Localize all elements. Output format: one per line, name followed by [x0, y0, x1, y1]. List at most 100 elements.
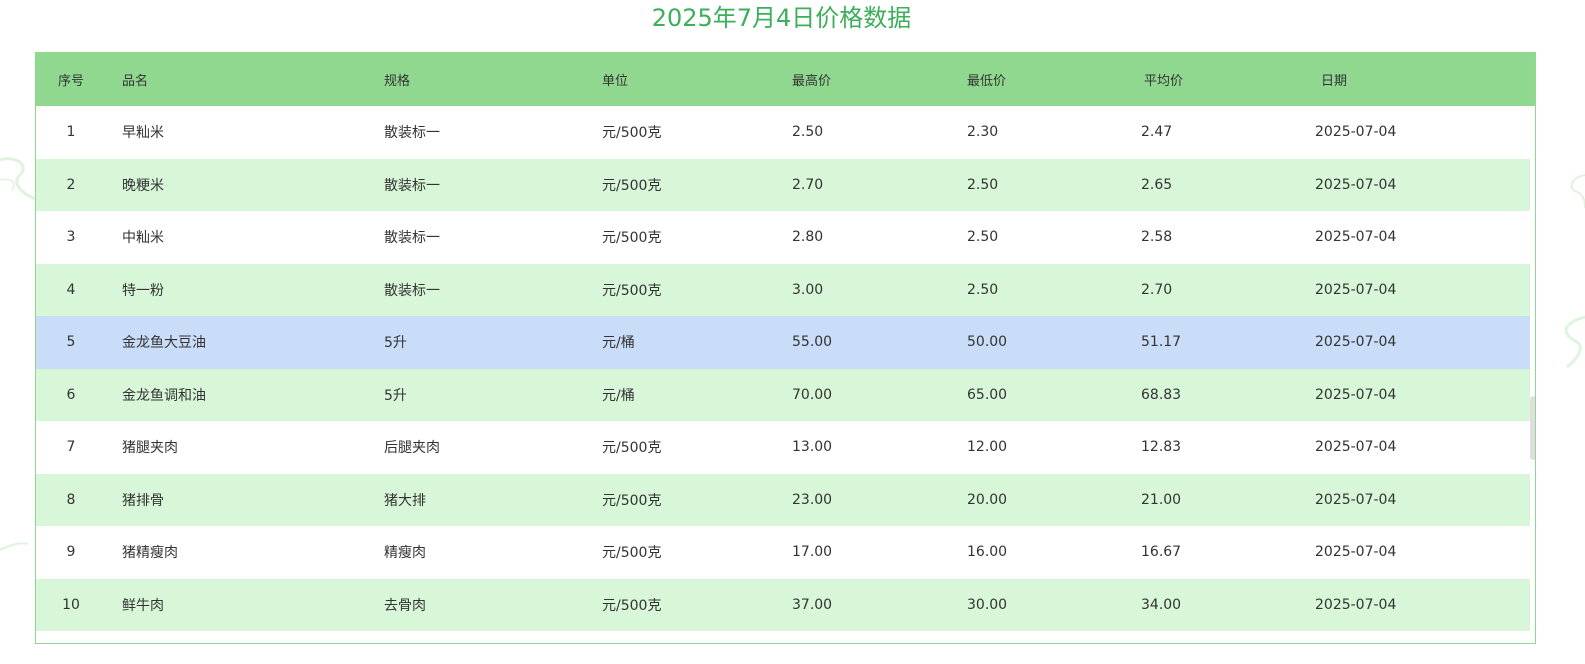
column-header-unit[interactable]: 单位: [602, 53, 628, 106]
column-header-no[interactable]: 序号: [36, 53, 106, 106]
cell-spec: 散装标一: [384, 177, 440, 194]
cell-name: 鲜牛肉: [122, 597, 164, 614]
cell-no: 3: [66, 229, 76, 246]
table-row[interactable]: 2 晚粳米 散装标一 元/500克 2.70 2.50 2.65 2025-07…: [36, 158, 1530, 211]
cell-date: 2025-07-04: [1315, 491, 1397, 508]
cell-max-price: 2.50: [792, 124, 824, 141]
cell-unit: 元/500克: [602, 125, 662, 142]
vertical-scrollbar[interactable]: [1530, 106, 1535, 643]
cell-no: 1: [66, 124, 76, 141]
cell-name: 特一粉: [122, 282, 164, 299]
cell-no: 2: [66, 176, 76, 193]
cell-name: 中籼米: [122, 230, 164, 247]
table-row[interactable]: 8 猪排骨 猪大排 元/500克 23.00 20.00 21.00 2025-…: [36, 473, 1530, 526]
cell-name: 金龙鱼调和油: [122, 387, 206, 404]
cell-spec: 5升: [384, 335, 407, 352]
cell-spec: 散装标一: [384, 282, 440, 299]
cell-max-price: 37.00: [792, 596, 833, 613]
cell-min-price: 16.00: [967, 544, 1008, 561]
cell-no: 4: [66, 281, 76, 298]
cell-unit: 元/桶: [602, 335, 635, 352]
cell-avg-price: 2.70: [1141, 281, 1173, 298]
column-header-spec[interactable]: 规格: [384, 53, 410, 106]
table-row-selected[interactable]: 5 金龙鱼大豆油 5升 元/桶 55.00 50.00 51.17 2025-0…: [36, 316, 1530, 369]
cell-min-price: 50.00: [967, 334, 1008, 351]
cell-min-price: 2.30: [967, 124, 999, 141]
cell-no: 7: [66, 439, 76, 456]
cell-spec: 5升: [384, 387, 407, 404]
table-row[interactable]: 4 特一粉 散装标一 元/500克 3.00 2.50 2.70 2025-07…: [36, 263, 1530, 316]
decorative-swirl-icon: [1570, 174, 1585, 209]
cell-avg-price: 16.67: [1141, 544, 1182, 561]
cell-spec: 猪大排: [384, 492, 426, 509]
decorative-swirl-icon: [1564, 315, 1585, 369]
decorative-swirl-icon: [0, 157, 39, 202]
cell-avg-price: 2.65: [1141, 176, 1173, 193]
column-header-avg-price[interactable]: 平均价: [1144, 53, 1183, 106]
cell-min-price: 2.50: [967, 229, 999, 246]
cell-max-price: 55.00: [792, 334, 833, 351]
cell-spec: 后腿夹肉: [384, 440, 440, 457]
cell-max-price: 2.70: [792, 176, 824, 193]
table-body: 1 早籼米 散装标一 元/500克 2.50 2.30 2.47 2025-07…: [36, 106, 1530, 631]
cell-avg-price: 21.00: [1141, 491, 1182, 508]
table-row[interactable]: 6 金龙鱼调和油 5升 元/桶 70.00 65.00 68.83 2025-0…: [36, 368, 1530, 421]
cell-no: 6: [66, 386, 76, 403]
cell-max-price: 70.00: [792, 386, 833, 403]
cell-max-price: 3.00: [792, 281, 824, 298]
cell-unit: 元/500克: [602, 282, 662, 299]
cell-unit: 元/500克: [602, 177, 662, 194]
cell-unit: 元/500克: [602, 440, 662, 457]
price-table: 序号 品名 规格 单位 最高价 最低价 平均价 日期 1 早籼米 散装标一 元/…: [35, 52, 1536, 644]
cell-name: 猪精瘦肉: [122, 545, 178, 562]
cell-date: 2025-07-04: [1315, 544, 1397, 561]
table-row[interactable]: 7 猪腿夹肉 后腿夹肉 元/500克 13.00 12.00 12.83 202…: [36, 421, 1530, 474]
cell-spec: 散装标一: [384, 125, 440, 142]
cell-unit: 元/500克: [602, 597, 662, 614]
page: 2025年7月4日价格数据 序号 品名 规格 单位 最高价 最低价 平均价 日期…: [0, 0, 1585, 664]
cell-avg-price: 34.00: [1141, 596, 1182, 613]
cell-min-price: 2.50: [967, 281, 999, 298]
table-header: 序号 品名 规格 单位 最高价 最低价 平均价 日期: [36, 53, 1535, 106]
cell-spec: 精瘦肉: [384, 545, 426, 562]
column-header-date[interactable]: 日期: [1321, 53, 1347, 106]
cell-name: 晚粳米: [122, 177, 164, 194]
column-header-max-price[interactable]: 最高价: [792, 53, 831, 106]
column-header-min-price[interactable]: 最低价: [967, 53, 1006, 106]
cell-date: 2025-07-04: [1315, 596, 1397, 613]
cell-avg-price: 51.17: [1141, 334, 1182, 351]
decorative-swirl-icon: [0, 542, 29, 551]
cell-date: 2025-07-04: [1315, 229, 1397, 246]
cell-min-price: 2.50: [967, 176, 999, 193]
cell-unit: 元/500克: [602, 230, 662, 247]
cell-date: 2025-07-04: [1315, 439, 1397, 456]
cell-max-price: 23.00: [792, 491, 833, 508]
table-row[interactable]: 1 早籼米 散装标一 元/500克 2.50 2.30 2.47 2025-07…: [36, 106, 1530, 159]
cell-min-price: 20.00: [967, 491, 1008, 508]
cell-unit: 元/500克: [602, 545, 662, 562]
cell-no: 10: [62, 596, 80, 613]
cell-date: 2025-07-04: [1315, 124, 1397, 141]
column-header-name[interactable]: 品名: [122, 53, 148, 106]
cell-avg-price: 2.58: [1141, 229, 1173, 246]
cell-no: 9: [66, 544, 76, 561]
table-row[interactable]: 9 猪精瘦肉 精瘦肉 元/500克 17.00 16.00 16.67 2025…: [36, 526, 1530, 579]
cell-max-price: 17.00: [792, 544, 833, 561]
cell-unit: 元/桶: [602, 387, 635, 404]
cell-max-price: 13.00: [792, 439, 833, 456]
cell-spec: 去骨肉: [384, 597, 426, 614]
table-row[interactable]: 10 鲜牛肉 去骨肉 元/500克 37.00 30.00 34.00 2025…: [36, 578, 1530, 631]
cell-avg-price: 12.83: [1141, 439, 1182, 456]
cell-date: 2025-07-04: [1315, 281, 1397, 298]
cell-name: 早籼米: [122, 125, 164, 142]
cell-spec: 散装标一: [384, 230, 440, 247]
scrollbar-thumb[interactable]: [1530, 396, 1535, 460]
cell-avg-price: 68.83: [1141, 386, 1182, 403]
cell-date: 2025-07-04: [1315, 176, 1397, 193]
cell-name: 猪排骨: [122, 492, 164, 509]
cell-avg-price: 2.47: [1141, 124, 1173, 141]
table-row[interactable]: 3 中籼米 散装标一 元/500克 2.80 2.50 2.58 2025-07…: [36, 211, 1530, 264]
cell-min-price: 30.00: [967, 596, 1008, 613]
cell-min-price: 65.00: [967, 386, 1008, 403]
cell-name: 猪腿夹肉: [122, 440, 178, 457]
